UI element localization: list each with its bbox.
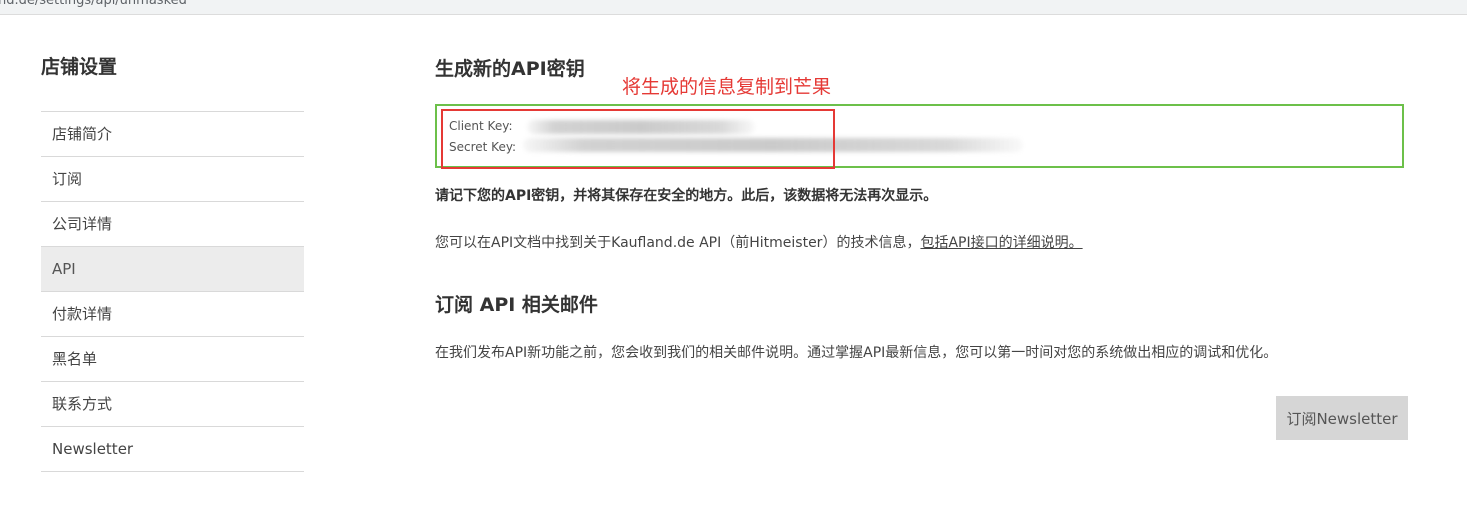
secret-key-value-redacted[interactable] [523, 138, 1023, 152]
sidebar-item-api[interactable]: API [41, 247, 304, 292]
secret-key-row: Secret Key: [449, 140, 516, 154]
client-key-value-redacted[interactable] [527, 120, 755, 134]
secret-key-label: Secret Key: [449, 140, 517, 154]
api-docs-link[interactable]: 包括API接口的详细说明。 [920, 235, 1082, 251]
browser-address-bar[interactable]: nd.de/settings/api/unmasked [0, 0, 1467, 15]
sidebar-item-payment-details[interactable]: 付款详情 [41, 292, 304, 337]
sidebar-item-company-details[interactable]: 公司详情 [41, 202, 304, 247]
address-bar-url: nd.de/settings/api/unmasked [0, 0, 187, 8]
client-key-label: Client Key: [449, 119, 513, 133]
api-docs-info: 您可以在API文档中找到关于Kaufland.de API（前Hitmeiste… [435, 232, 1083, 252]
api-key-warning: 请记下您的API密钥，并将其保存在安全的地方。此后，该数据将无法再次显示。 [435, 188, 938, 204]
subscribe-description: 在我们发布API新功能之前，您会收到我们的相关邮件说明。通过掌握API最新信息，… [435, 345, 1278, 361]
sidebar-title: 店铺设置 [41, 56, 118, 78]
subscribe-api-title: 订阅 API 相关邮件 [435, 294, 598, 316]
sidebar-item-subscription[interactable]: 订阅 [41, 157, 304, 202]
sidebar-item-store-profile[interactable]: 店铺简介 [41, 112, 304, 157]
sidebar-item-newsletter[interactable]: Newsletter [41, 427, 304, 472]
sidebar-item-contact[interactable]: 联系方式 [41, 382, 304, 427]
api-docs-text: 您可以在API文档中找到关于Kaufland.de API（前Hitmeiste… [435, 235, 921, 251]
api-key-title: 生成新的API密钥 [435, 58, 585, 80]
annotation-text: 将生成的信息复制到芒果 [622, 76, 832, 98]
sidebar-menu: 店铺简介 订阅 公司详情 API 付款详情 黑名单 联系方式 Newslette… [41, 111, 304, 472]
client-key-row: Client Key: [449, 119, 512, 133]
sidebar-item-blacklist[interactable]: 黑名单 [41, 337, 304, 382]
subscribe-newsletter-button[interactable]: 订阅Newsletter [1276, 396, 1408, 440]
api-key-box: Client Key: Secret Key: [435, 104, 1404, 168]
